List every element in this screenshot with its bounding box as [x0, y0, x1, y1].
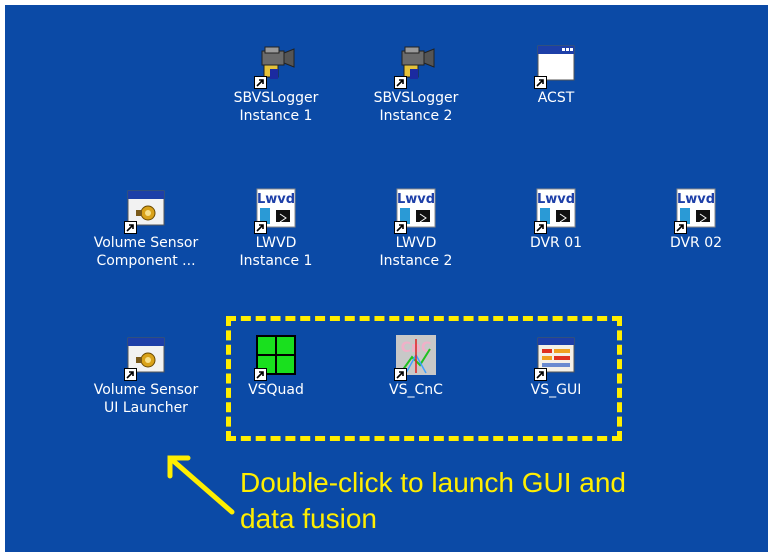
icon-label: Volume Sensor UI Launcher: [93, 382, 199, 416]
lwvd-icon: Lwvd: [254, 188, 296, 234]
icon-label: Volume Sensor Component ...: [93, 235, 199, 269]
icon-label: DVR 02: [669, 235, 723, 251]
svg-text:Lwvd: Lwvd: [677, 192, 715, 207]
icon-label: LWVD Instance 1: [239, 235, 313, 269]
icon-label: SBVSLogger Instance 1: [233, 90, 319, 124]
shortcut-arrow-icon: [534, 221, 547, 234]
shortcut-arrow-icon: [254, 221, 267, 234]
shortcut-arrow-icon: [254, 76, 267, 89]
shortcut-arrow-icon: [674, 221, 687, 234]
volume-sensor-component-shortcut[interactable]: Volume Sensor Component ...: [76, 188, 216, 270]
svg-text:Lwvd: Lwvd: [537, 192, 575, 207]
shortcut-arrow-icon: [124, 368, 137, 381]
svg-text:Lwvd: Lwvd: [257, 192, 295, 207]
dvr-02-shortcut[interactable]: Lwvd DVR 02: [626, 188, 766, 252]
icon-label: LWVD Instance 2: [379, 235, 453, 269]
icon-label: ACST: [537, 90, 575, 106]
highlight-dashed-box: [226, 316, 622, 441]
camcorder-icon: [254, 43, 296, 89]
camcorder-icon: [394, 43, 436, 89]
app-gear-icon: [124, 335, 166, 381]
acst-shortcut[interactable]: ACST: [486, 43, 626, 107]
volume-sensor-ui-launcher-shortcut[interactable]: Volume Sensor UI Launcher: [76, 335, 216, 417]
app-gear-icon: [124, 188, 166, 234]
svg-text:Lwvd: Lwvd: [397, 192, 435, 207]
window-icon: [534, 43, 576, 89]
lwvd-instance-2-shortcut[interactable]: Lwvd LWVD Instance 2: [346, 188, 486, 270]
dvr-01-shortcut[interactable]: Lwvd DVR 01: [486, 188, 626, 252]
shortcut-arrow-icon: [394, 76, 407, 89]
icon-label: DVR 01: [529, 235, 583, 251]
lwvd-instance-1-shortcut[interactable]: Lwvd LWVD Instance 1: [206, 188, 346, 270]
lwvd-icon: Lwvd: [394, 188, 436, 234]
lwvd-icon: Lwvd: [674, 188, 716, 234]
sbvslogger-instance-2-shortcut[interactable]: SBVSLogger Instance 2: [346, 43, 486, 125]
sbvslogger-instance-1-shortcut[interactable]: SBVSLogger Instance 1: [206, 43, 346, 125]
shortcut-arrow-icon: [124, 221, 137, 234]
desktop: SBVSLogger Instance 1 SBVSLogger Instanc…: [5, 5, 768, 552]
icon-label: SBVSLogger Instance 2: [373, 90, 459, 124]
callout-arrow-icon: [167, 455, 235, 515]
callout-text: Double-click to launch GUI and data fusi…: [240, 467, 626, 534]
shortcut-arrow-icon: [394, 221, 407, 234]
shortcut-arrow-icon: [534, 76, 547, 89]
lwvd-icon: Lwvd: [534, 188, 576, 234]
